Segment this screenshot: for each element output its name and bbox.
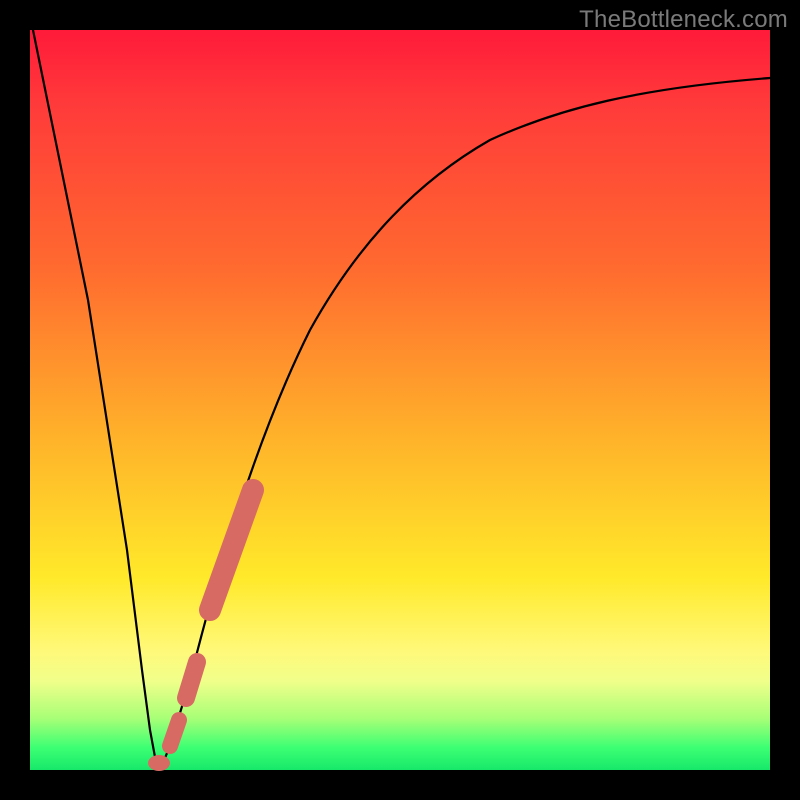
highlight-mid xyxy=(186,662,197,698)
highlight-lower xyxy=(170,720,179,746)
watermark-text: TheBottleneck.com xyxy=(579,6,788,34)
highlight-upper xyxy=(210,490,253,610)
chart-frame: TheBottleneck.com xyxy=(0,0,800,800)
bottleneck-curve xyxy=(33,30,770,766)
highlight-bottom-dot xyxy=(148,755,170,771)
plot-svg xyxy=(30,30,770,770)
plot-area xyxy=(30,30,770,770)
